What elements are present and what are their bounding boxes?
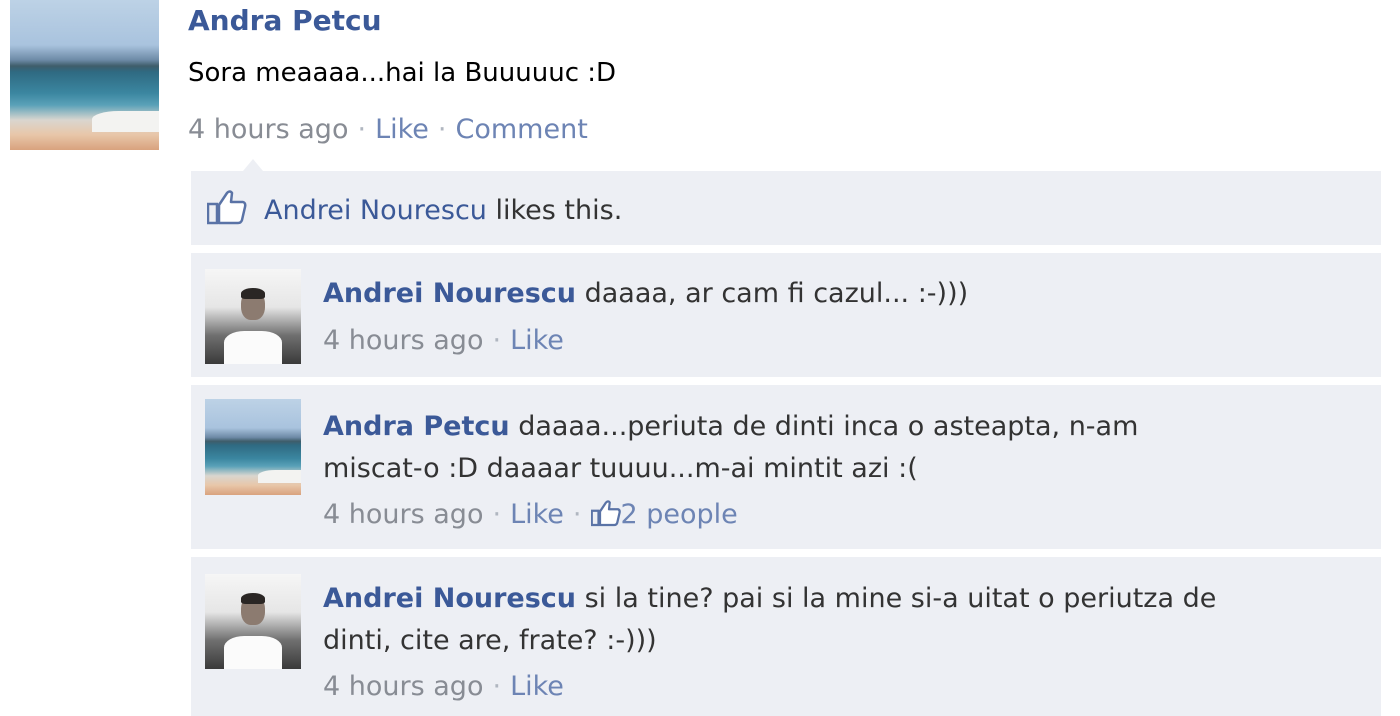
comments-caret (243, 159, 263, 171)
liker-name[interactable]: Andrei Nourescu (264, 195, 487, 226)
comment-item: Andrei Nourescu si la tine? pai si la mi… (191, 557, 1381, 716)
comment-like-link[interactable]: Like (510, 499, 564, 530)
comment-item: Andrei Nourescu daaaa, ar cam fi cazul..… (191, 253, 1381, 377)
comment-body: Andrei Nourescu si la tine? pai si la mi… (323, 578, 1223, 662)
commenter-name[interactable]: Andrei Nourescu (323, 278, 576, 309)
comment-meta: 4 hours ago · Like · 2 people (323, 499, 738, 534)
post-comment-link[interactable]: Comment (456, 114, 588, 145)
comment-timestamp[interactable]: 4 hours ago (323, 325, 483, 356)
likes-count-label[interactable]: 2 people (621, 499, 738, 530)
separator: · (357, 114, 367, 145)
separator: · (492, 325, 502, 356)
comment-timestamp[interactable]: 4 hours ago (323, 671, 483, 702)
thumbs-up-icon (590, 499, 621, 534)
commenter-avatar[interactable] (205, 269, 301, 364)
comment-like-link[interactable]: Like (510, 671, 564, 702)
post-like-link[interactable]: Like (375, 114, 429, 145)
comment-likes-count[interactable]: 2 people (590, 499, 738, 530)
post-timestamp[interactable]: 4 hours ago (188, 114, 348, 145)
likes-suffix: likes this. (486, 195, 623, 226)
comment-body: Andra Petcu daaaa...periuta de dinti inc… (323, 406, 1223, 490)
thumbs-up-icon (206, 189, 247, 229)
commenter-name[interactable]: Andra Petcu (323, 411, 510, 442)
commenter-avatar[interactable] (205, 399, 301, 495)
comment-meta: 4 hours ago · Like (323, 325, 564, 356)
comment-body: Andrei Nourescu daaaa, ar cam fi cazul..… (323, 273, 1363, 315)
comment-meta: 4 hours ago · Like (323, 671, 564, 702)
likes-bar: Andrei Nourescu likes this. (191, 171, 1381, 245)
comment-text: daaaa, ar cam fi cazul... :-))) (576, 278, 969, 309)
commenter-name[interactable]: Andrei Nourescu (323, 583, 576, 614)
separator: · (437, 114, 447, 145)
post-text: Sora meaaaa...hai la Buuuuuc :D (188, 58, 617, 88)
post-author-avatar[interactable] (10, 0, 159, 150)
separator: · (572, 499, 582, 530)
comment-timestamp[interactable]: 4 hours ago (323, 499, 483, 530)
comment-like-link[interactable]: Like (510, 325, 564, 356)
separator: · (492, 671, 502, 702)
post-meta: 4 hours ago · Like · Comment (188, 114, 588, 145)
post-author-name[interactable]: Andra Petcu (188, 4, 382, 37)
comment-item: Andra Petcu daaaa...periuta de dinti inc… (191, 385, 1381, 549)
separator: · (492, 499, 502, 530)
commenter-avatar[interactable] (205, 574, 301, 669)
